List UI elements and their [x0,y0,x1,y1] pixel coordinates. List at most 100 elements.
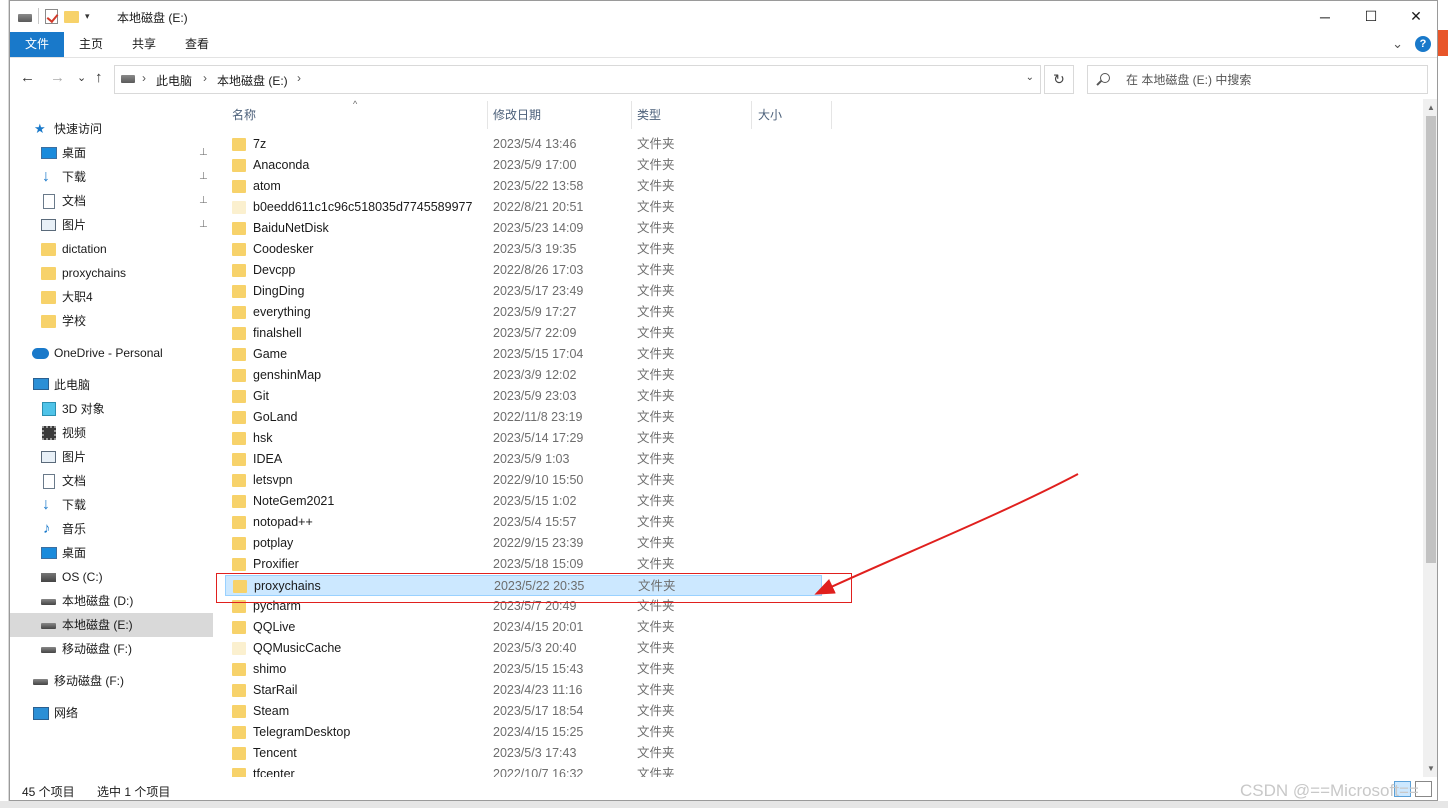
table-row[interactable]: potplay 2022/9/15 23:39 文件夹 [225,533,822,554]
sidebar-item-drive-e[interactable]: 本地磁盘 (E:) [10,613,213,637]
sidebar-item-videos[interactable]: 视频 [10,421,213,445]
sidebar-item-proxychains[interactable]: proxychains [10,261,213,285]
tab-file[interactable]: 文件 [10,32,64,57]
pin-icon[interactable]: ⊥ [199,213,208,237]
sidebar-item-drive-c[interactable]: OS (C:) [10,565,213,589]
help-icon[interactable]: ? [1415,36,1431,52]
table-row[interactable]: Coodesker 2023/5/3 19:35 文件夹 [225,239,822,260]
address-bar[interactable]: › 此电脑 › 本地磁盘 (E:) › ⌄ [114,65,1041,94]
sidebar-item-drive-f[interactable]: 移动磁盘 (F:) [10,637,213,661]
sidebar-item-pictures[interactable]: 图片 ⊥ [10,213,213,237]
table-row[interactable]: genshinMap 2023/3/9 12:02 文件夹 [225,365,822,386]
table-row[interactable]: notopad++ 2023/5/4 15:57 文件夹 [225,512,822,533]
table-row[interactable]: NoteGem2021 2023/5/15 1:02 文件夹 [225,491,822,512]
breadcrumb-this-pc[interactable]: 此电脑 [156,72,192,89]
vertical-scrollbar[interactable]: ▲ ▼ [1423,99,1437,777]
table-row[interactable]: Game 2023/5/15 17:04 文件夹 [225,344,822,365]
customize-toolbar-icon[interactable]: ▾ [85,11,90,22]
column-divider[interactable] [631,101,632,129]
close-button[interactable]: ✕ [1393,1,1437,32]
maximize-button[interactable]: ☐ [1348,1,1394,32]
breadcrumb-drive-e[interactable]: 本地磁盘 (E:) [217,72,288,89]
table-row[interactable]: Devcpp 2022/8/26 17:03 文件夹 [225,260,822,281]
table-row[interactable]: shimo 2023/5/15 15:43 文件夹 [225,659,822,680]
table-row[interactable]: atom 2023/5/22 13:58 文件夹 [225,176,822,197]
sidebar-item-school[interactable]: 学校 [10,309,213,333]
sidebar-item-3d-objects[interactable]: 3D 对象 [10,397,213,421]
scrollbar-thumb[interactable] [1426,116,1436,563]
table-row[interactable]: Proxifier 2023/5/18 15:09 文件夹 [225,554,822,575]
table-row[interactable]: BaiduNetDisk 2023/5/23 14:09 文件夹 [225,218,822,239]
forward-button[interactable]: → [50,69,65,86]
address-dropdown-icon[interactable]: ⌄ [1026,72,1034,83]
breadcrumb-separator[interactable]: › [142,71,146,85]
pin-icon[interactable]: ⊥ [199,165,208,189]
column-divider[interactable] [751,101,752,129]
sidebar-item-drive-d[interactable]: 本地磁盘 (D:) [10,589,213,613]
sidebar-item-this-pc[interactable]: 此电脑 [10,373,213,397]
search-box[interactable] [1087,65,1428,94]
table-row[interactable]: DingDing 2023/5/17 23:49 文件夹 [225,281,822,302]
table-row[interactable]: QQMusicCache 2023/5/3 20:40 文件夹 [225,638,822,659]
column-header-date[interactable]: 修改日期 [493,99,541,129]
column-header-type[interactable]: 类型 [637,99,661,129]
table-row[interactable]: finalshell 2023/5/7 22:09 文件夹 [225,323,822,344]
sidebar-item-removable-f[interactable]: 移动磁盘 (F:) [10,669,213,693]
sidebar-item-onedrive[interactable]: OneDrive - Personal [10,341,213,365]
sidebar-item-downloads-pc[interactable]: ↓ 下载 [10,493,213,517]
sidebar-item-quick-access[interactable]: ★ 快速访问 [34,117,213,141]
sidebar-item-desktop[interactable]: 桌面 ⊥ [10,141,213,165]
tab-share[interactable]: 共享 [121,32,167,57]
file-date: 2023/3/9 12:02 [493,368,577,382]
file-name: letsvpn [253,473,293,487]
table-row[interactable]: StarRail 2023/4/23 11:16 文件夹 [225,680,822,701]
table-row[interactable]: QQLive 2023/4/15 20:01 文件夹 [225,617,822,638]
tab-view[interactable]: 查看 [174,32,220,57]
refresh-button[interactable]: ↻ [1044,65,1074,94]
breadcrumb-separator[interactable]: › [203,71,207,85]
table-row[interactable]: everything 2023/5/9 17:27 文件夹 [225,302,822,323]
column-divider[interactable] [831,101,832,129]
up-button[interactable]: ↑ [95,69,103,86]
column-header-size[interactable]: 大小 [758,99,782,129]
new-folder-icon[interactable] [64,11,79,23]
file-type: 文件夹 [637,494,675,508]
sidebar-item-music[interactable]: ♪ 音乐 [10,517,213,541]
expand-ribbon-icon[interactable]: ⌄ [1392,36,1403,52]
sidebar-item-documents-pc[interactable]: 文档 [10,469,213,493]
column-divider[interactable] [487,101,488,129]
sidebar-item-downloads[interactable]: ↓ 下载 ⊥ [10,165,213,189]
table-row[interactable]: Tencent 2023/5/3 17:43 文件夹 [225,743,822,764]
breadcrumb-separator[interactable]: › [297,71,301,85]
sidebar-item-network[interactable]: 网络 [10,701,213,725]
sidebar-item-desktop-pc[interactable]: 桌面 [10,541,213,565]
table-row[interactable]: GoLand 2022/11/8 23:19 文件夹 [225,407,822,428]
table-row[interactable]: IDEA 2023/5/9 1:03 文件夹 [225,449,822,470]
sidebar-item-documents[interactable]: 文档 ⊥ [10,189,213,213]
recent-locations-button[interactable]: ⌄ [77,71,86,84]
sidebar-item-dazhi4[interactable]: 大职4 [10,285,213,309]
scroll-down-icon[interactable]: ▼ [1423,760,1437,777]
table-row[interactable]: Git 2023/5/9 23:03 文件夹 [225,386,822,407]
back-button[interactable]: ← [20,69,35,86]
pin-icon[interactable]: ⊥ [199,189,208,213]
picture-icon [41,451,56,463]
pin-icon[interactable]: ⊥ [199,141,208,165]
scroll-up-icon[interactable]: ▲ [1423,99,1437,116]
table-row[interactable]: Steam 2023/5/17 18:54 文件夹 [225,701,822,722]
table-row[interactable]: Anaconda 2023/5/9 17:00 文件夹 [225,155,822,176]
search-input[interactable] [1126,71,1416,89]
table-row[interactable]: 7z 2023/5/4 13:46 文件夹 [225,134,822,155]
table-row[interactable]: hsk 2023/5/14 17:29 文件夹 [225,428,822,449]
properties-icon[interactable] [45,8,58,24]
table-row[interactable]: TelegramDesktop 2023/4/15 15:25 文件夹 [225,722,822,743]
table-row[interactable]: b0eedd611c1c96c518035d7745589977 2022/8/2… [225,197,822,218]
sidebar-item-label: 图片 [62,218,87,232]
sidebar-item-dictation[interactable]: dictation [10,237,213,261]
folder-icon [232,432,246,445]
column-header-name[interactable]: 名称 [232,99,256,129]
table-row[interactable]: letsvpn 2022/9/10 15:50 文件夹 [225,470,822,491]
minimize-button[interactable]: ─ [1302,1,1348,32]
tab-home[interactable]: 主页 [68,32,114,57]
sidebar-item-pictures-pc[interactable]: 图片 [10,445,213,469]
